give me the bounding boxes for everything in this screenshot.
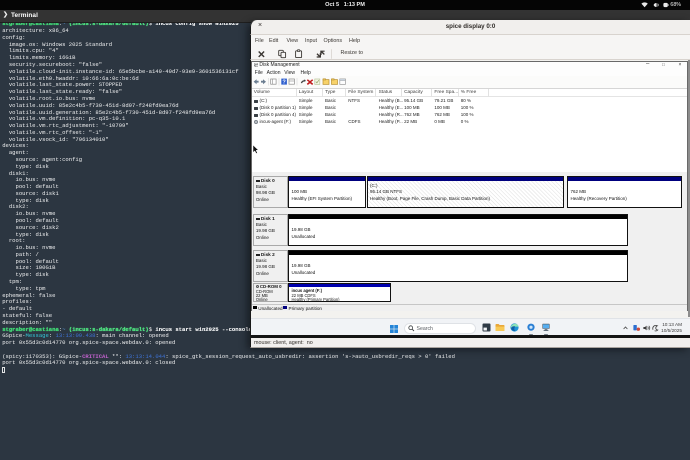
svg-text:?: ?	[282, 80, 286, 86]
